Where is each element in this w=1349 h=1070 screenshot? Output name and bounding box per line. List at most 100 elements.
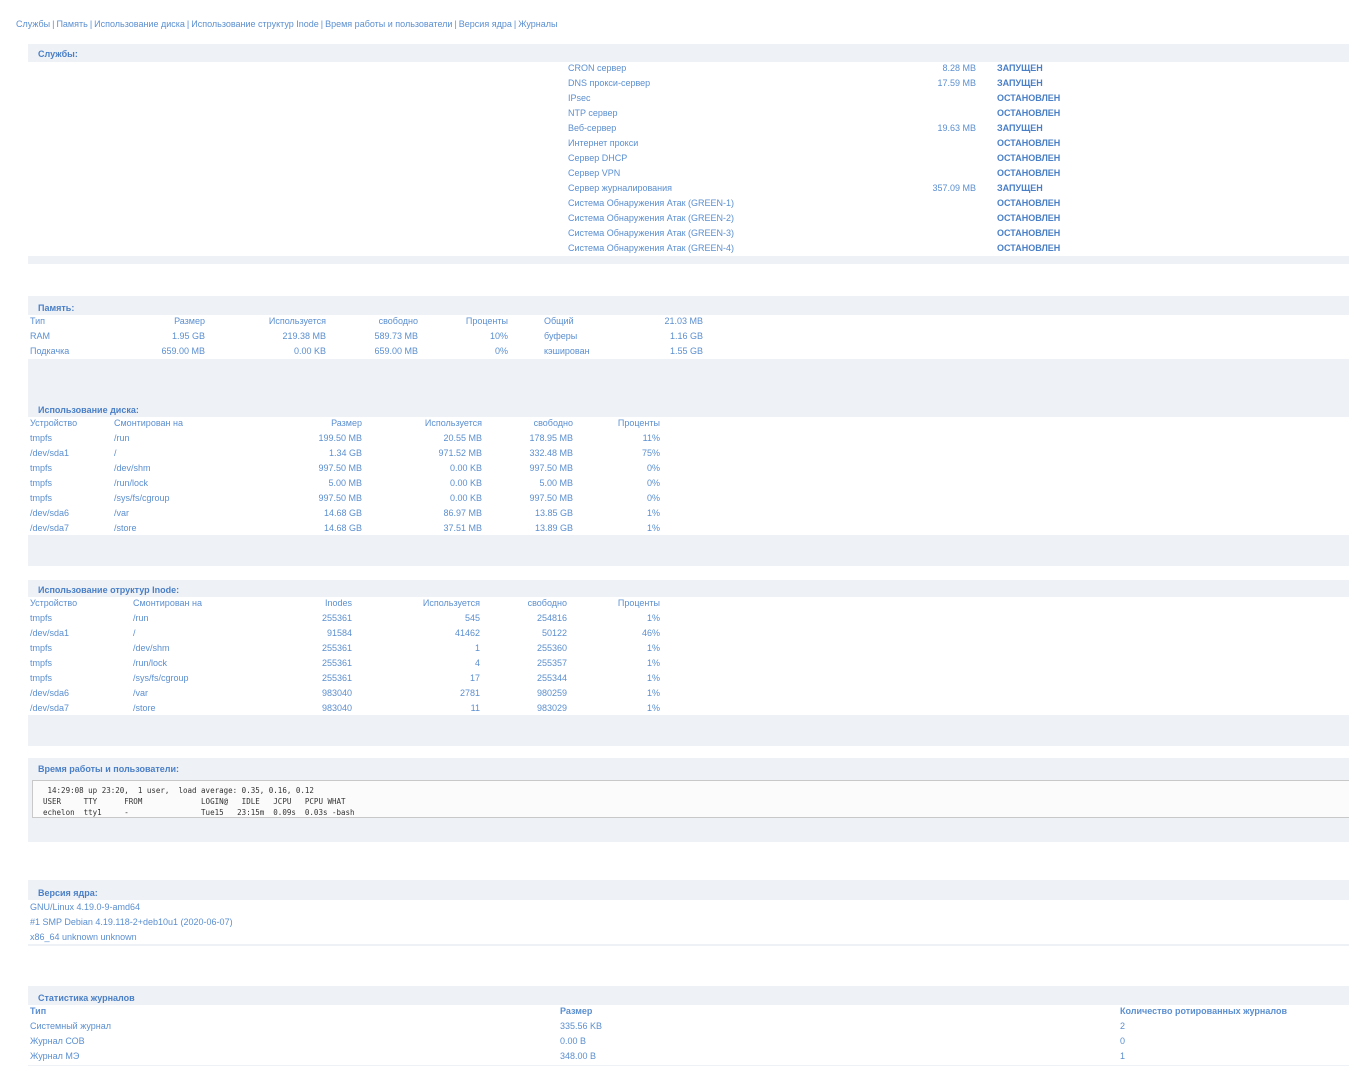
disk-cell: /dev/sda7 — [30, 523, 70, 533]
inode-cell: 980259 — [536, 688, 567, 698]
memory-body: Тип Размер Используется свободно Проценты RAM… — [28, 315, 1349, 359]
kernel-section: Версия ядра: GNU/Linux 4.19.0-9-amd64 #1… — [28, 880, 1349, 946]
service-name: Система Обнаружения Атак (GREEN-2) — [568, 213, 735, 223]
disk-cell: 178.95 MB — [529, 433, 573, 443]
disk-cell: 0% — [646, 478, 660, 488]
memory-cell: RAM — [30, 331, 50, 341]
inode-title: Использование отруктур Inode: — [38, 585, 180, 595]
disk-cell: tmpfs — [30, 433, 53, 443]
service-name: IPsec — [568, 93, 591, 103]
memory-column-header: Проценты — [465, 316, 508, 326]
memory-column-header: Размер — [174, 316, 205, 326]
uptime-line: echelon tty1 - Tue15 23:15m 0.09s 0.03s … — [43, 808, 355, 817]
inode-cell: tmpfs — [30, 643, 53, 653]
memory-extra-label: Общий — [544, 316, 574, 326]
logs-column-header: Тип — [30, 1006, 47, 1016]
inode-cell: /dev/sda6 — [30, 688, 70, 698]
services-section: Службы: CRON сервер 8.28 MB ЗАПУЩЕН DNS про… — [28, 44, 1349, 264]
kernel-line: #1 SMP Debian 4.19.118-2+deb10u1 (2020-0… — [30, 917, 233, 927]
service-status: ОСТАНОВЛЕН — [997, 243, 1061, 253]
memory-cell: 589.73 MB — [374, 331, 418, 341]
disk-cell: / — [114, 448, 117, 458]
inode-cell: 255344 — [536, 673, 567, 683]
disk-cell: 13.89 GB — [534, 523, 573, 533]
inode-column-header: Проценты — [617, 598, 660, 608]
disk-cell: /dev/shm — [114, 463, 151, 473]
nav-link-disk[interactable]: Использование диска — [94, 19, 185, 29]
service-status: ОСТАНОВЛЕН — [997, 228, 1061, 238]
inode-cell: /run — [133, 613, 149, 623]
uptime-output: 14:29:08 up 23:20, 1 user, load average:… — [32, 780, 1349, 818]
service-memory: 8.28 MB — [942, 63, 976, 73]
uptime-line: 14:29:08 up 23:20, 1 user, load average:… — [43, 786, 314, 795]
memory-section: Память: Тип Размер Используется свободно Про… — [28, 296, 1349, 400]
disk-cell: /var — [114, 508, 130, 518]
disk-column-header: свободно — [533, 418, 573, 428]
service-name: Сервер журналирования — [568, 183, 673, 193]
disk-cell: 997.50 MB — [318, 463, 362, 473]
inode-body: Устройство Смонтирован на Inodes Использует… — [28, 597, 1349, 715]
memory-cell: 0.00 KB — [293, 346, 326, 356]
memory-cell: 1.95 GB — [171, 331, 205, 341]
service-status: ОСТАНОВЛЕН — [997, 138, 1061, 148]
nav-link-services[interactable]: Службы — [16, 19, 50, 29]
inode-cell: tmpfs — [30, 673, 53, 683]
disk-cell: 14.68 GB — [323, 523, 362, 533]
inode-cell: 50122 — [541, 628, 567, 638]
inode-column-header: Inodes — [324, 598, 352, 608]
disk-cell: /dev/sda1 — [30, 448, 70, 458]
nav-link-logs[interactable]: Журналы — [518, 19, 557, 29]
service-name: CRON сервер — [568, 63, 627, 73]
disk-cell: 997.50 MB — [318, 493, 362, 503]
services-body: CRON сервер 8.28 MB ЗАПУЩЕН DNS прокси-серв… — [28, 62, 1349, 256]
inode-cell: 255361 — [321, 658, 352, 668]
logs-cell: 2 — [1120, 1021, 1126, 1031]
logs-cell: 1 — [1120, 1051, 1126, 1061]
service-status: ОСТАНОВЛЕН — [997, 153, 1061, 163]
inode-cell: 1% — [646, 658, 660, 668]
disk-cell: 1.34 GB — [328, 448, 362, 458]
disk-cell: 0% — [646, 493, 660, 503]
nav-link-kernel[interactable]: Версия ядра — [459, 19, 512, 29]
memory-cell: 0% — [494, 346, 508, 356]
kernel-body: GNU/Linux 4.19.0-9-amd64 #1 SMP Debian 4… — [28, 900, 1349, 944]
kernel-title: Версия ядра: — [38, 888, 98, 898]
disk-cell: 11% — [642, 433, 660, 443]
service-name: NTP сервер — [568, 108, 618, 118]
inode-cell: tmpfs — [30, 658, 53, 668]
service-status: ОСТАНОВЛЕН — [997, 213, 1061, 223]
nav-link-inode[interactable]: Использование структур Inode — [191, 19, 319, 29]
top-band — [0, 0, 1349, 12]
service-status: ОСТАНОВЛЕН — [997, 168, 1061, 178]
disk-column-header: Используется — [424, 418, 482, 428]
uptime-section: Время работы и пользователи: 14:29:08 up… — [28, 758, 1349, 842]
disk-cell: 13.85 GB — [534, 508, 573, 518]
logs-cell: 0.00 B — [560, 1036, 587, 1046]
nav-link-memory[interactable]: Память — [56, 19, 87, 29]
service-status: ОСТАНОВЛЕН — [997, 108, 1061, 118]
inode-column-header: Используется — [422, 598, 480, 608]
memory-cell: 659.00 MB — [374, 346, 418, 356]
logs-body: Тип Размер Количество ротированных журнало… — [28, 1005, 1349, 1065]
memory-cell: 659.00 MB — [161, 346, 205, 356]
service-name: Интернет прокси — [568, 138, 639, 148]
inode-cell: 983040 — [321, 688, 352, 698]
uptime-title: Время работы и пользователи: — [38, 764, 180, 774]
disk-cell: 971.52 MB — [438, 448, 482, 458]
inode-cell: 983040 — [321, 703, 352, 713]
memory-cell: Подкачка — [30, 346, 70, 356]
disk-cell: 14.68 GB — [323, 508, 362, 518]
inode-cell: /dev/sda1 — [30, 628, 70, 638]
memory-cell: 10% — [489, 331, 508, 341]
inode-column-header: Устройство — [30, 598, 78, 608]
nav-link-uptime[interactable]: Время работы и пользователи — [325, 19, 452, 29]
service-name: DNS прокси-сервер — [568, 78, 651, 88]
service-status: ЗАПУЩЕН — [997, 123, 1043, 133]
inode-cell: 46% — [641, 628, 660, 638]
disk-cell: tmpfs — [30, 478, 53, 488]
disk-cell: /sys/fs/cgroup — [114, 493, 170, 503]
logs-column-header: Размер — [560, 1006, 593, 1016]
inode-cell: tmpfs — [30, 613, 53, 623]
inode-cell: /dev/sda7 — [30, 703, 70, 713]
disk-cell: 997.50 MB — [529, 493, 573, 503]
